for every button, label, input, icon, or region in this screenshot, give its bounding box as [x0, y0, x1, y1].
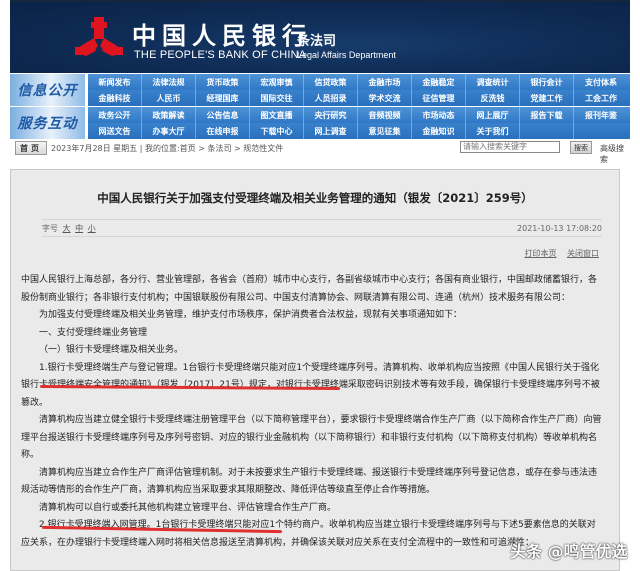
nav-rows: 新闻发布 法律法规 货币政策 宏观审慎 信贷政策 金融市场 金融稳定 调查统计 …	[88, 74, 630, 106]
department-name-en: Legal Affairs Department	[297, 50, 396, 60]
print-page-link[interactable]: 打印本页	[524, 249, 556, 258]
publish-datetime: 2021-10-13 17:08:20	[517, 223, 602, 233]
nav-item[interactable]: 新闻发布	[88, 74, 142, 90]
article-title: 中国人民银行关于加强支付受理终端及相关业务管理的通知（银发〔2021〕259号）	[97, 191, 533, 205]
breadcrumb-dept[interactable]: 条法司	[207, 143, 231, 154]
nav-item[interactable]: 宏观审慎	[250, 74, 304, 90]
nav-item[interactable]: 工会工作	[574, 90, 628, 106]
nav-item[interactable]: 意见征集	[358, 123, 412, 139]
nav-item[interactable]: 金融市场	[358, 74, 412, 90]
nav-item-empty	[574, 123, 628, 139]
nav-row: 新闻发布 法律法规 货币政策 宏观审慎 信贷政策 金融市场 金融稳定 调查统计 …	[88, 74, 630, 90]
nav-group-service-interaction: 服务互动 政务公开 政策解读 公告信息 图文直播 央行研究 音频视频 市场动态 …	[10, 107, 630, 139]
nav-item[interactable]: 法律法规	[142, 74, 196, 90]
current-date: 2023年7月28日 星期五	[51, 143, 138, 153]
nav-group-label: 信息公开	[10, 74, 85, 106]
main-nav: 信息公开 新闻发布 法律法规 货币政策 宏观审慎 信贷政策 金融市场 金融稳定 …	[10, 74, 630, 139]
nav-item[interactable]: 在线申报	[196, 123, 250, 139]
watermark: 头条 @鸣管优选	[510, 542, 628, 561]
nav-item[interactable]: 反洗钱	[466, 90, 520, 106]
site-title-en: THE PEOPLE'S BANK OF CHINA	[134, 49, 307, 61]
nav-item[interactable]: 信贷政策	[304, 74, 358, 90]
nav-item[interactable]: 金融知识	[412, 123, 466, 139]
article-paragraph: 一、支付受理终端业务管理	[39, 327, 148, 338]
nav-item[interactable]: 网上调查	[304, 123, 358, 139]
nav-item[interactable]: 人员招录	[304, 90, 358, 106]
nav-item[interactable]: 政务公开	[88, 107, 142, 123]
page: 中国人民银行 THE PEOPLE'S BANK OF CHINA 条法司 Le…	[0, 0, 640, 571]
article-paragraph: 为加强支付受理终端及相关业务管理，维护支付市场秩序，保护消费者合法权益，现就有关…	[39, 310, 463, 320]
home-button[interactable]: 首页	[15, 141, 47, 155]
nav-item[interactable]: 金融科技	[88, 90, 142, 106]
department-name-cn: 条法司	[297, 34, 337, 49]
nav-item[interactable]: 金融稳定	[412, 74, 466, 90]
nav-item[interactable]: 银行会计	[520, 74, 574, 90]
font-size-medium[interactable]: 中	[75, 224, 83, 233]
nav-item[interactable]: 央行研究	[304, 107, 358, 123]
article-paragraph: 清算机构应当建立合作生产厂商评估管理机制。对于未按要求生产银行卡受理终端、报送银…	[21, 467, 598, 496]
article-paragraph: 清算机构可以自行或委托其他机构建立管理平台、评估管理合作生产厂商。	[39, 502, 337, 513]
nav-item[interactable]: 经理国库	[196, 90, 250, 106]
nav-item[interactable]: 下载中心	[250, 123, 304, 139]
article-meta: 字号 大 中 小 2021-10-13 17:08:20	[42, 219, 602, 237]
font-size-label: 字号	[42, 223, 58, 233]
breadcrumb-separator: >	[231, 143, 244, 153]
article-body: 中国人民银行上海总部，各分行、营业管理部，各省会（首府）城市中心支行，各副省级城…	[21, 272, 603, 552]
info-bar: 首页 2023年7月28日 星期五 | 我的位置: 首页 > 条法司 > 规范性…	[10, 140, 630, 164]
separator: |	[137, 143, 145, 153]
header-banner: 中国人民银行 THE PEOPLE'S BANK OF CHINA 条法司 Le…	[10, 0, 630, 73]
nav-item[interactable]: 党建工作	[520, 90, 574, 106]
nav-item[interactable]: 政策解读	[142, 107, 196, 123]
font-size-small[interactable]: 小	[88, 224, 96, 233]
breadcrumb-current[interactable]: 规范性文件	[243, 143, 283, 154]
font-size-controls: 字号 大 中 小	[42, 223, 96, 234]
nav-item-empty	[520, 123, 574, 139]
nav-item[interactable]: 网上展厅	[466, 107, 520, 123]
nav-item[interactable]: 办事大厅	[142, 123, 196, 139]
nav-item[interactable]: 学术交流	[358, 90, 412, 106]
nav-item[interactable]: 国际交往	[250, 90, 304, 106]
nav-item[interactable]: 公告信息	[196, 107, 250, 123]
nav-item[interactable]: 关于我们	[466, 123, 520, 139]
nav-group-info-disclosure: 信息公开 新闻发布 法律法规 货币政策 宏观审慎 信贷政策 金融市场 金融稳定 …	[10, 74, 630, 106]
nav-item[interactable]: 人民币	[142, 90, 196, 106]
close-window-link[interactable]: 关闭窗口	[567, 249, 599, 258]
nav-row: 金融科技 人民币 经理国库 国际交往 人员招录 学术交流 征信管理 反洗钱 党建…	[88, 90, 630, 106]
nav-item[interactable]: 市场动态	[412, 107, 466, 123]
nav-item[interactable]: 音频视频	[358, 107, 412, 123]
nav-row: 网送文告 办事大厅 在线申报 下载中心 网上调查 意见征集 金融知识 关于我们	[88, 123, 630, 139]
nav-item[interactable]: 调查统计	[466, 74, 520, 90]
breadcrumb-separator: >	[195, 143, 208, 153]
article-paragraph: 清算机构应当建立健全银行卡受理终端注册管理平台（以下简称管理平台），要求银行卡受…	[21, 415, 602, 460]
article-actions: 打印本页 关闭窗口	[516, 248, 599, 259]
nav-row: 政务公开 政策解读 公告信息 图文直播 央行研究 音频视频 市场动态 网上展厅 …	[88, 107, 630, 123]
nav-item[interactable]: 报刊年鉴	[574, 107, 628, 123]
location-label: 我的位置:	[144, 143, 180, 153]
article-paragraph: （一）银行卡受理终端及相关业务。	[39, 345, 184, 355]
nav-group-label: 服务互动	[10, 107, 85, 139]
nav-rows: 政务公开 政策解读 公告信息 图文直播 央行研究 音频视频 市场动态 网上展厅 …	[88, 107, 630, 139]
pboc-logo-icon[interactable]	[72, 14, 126, 62]
advanced-search-link[interactable]: 高级搜索	[600, 143, 630, 165]
nav-item[interactable]: 货币政策	[196, 74, 250, 90]
breadcrumb-home[interactable]: 首页	[180, 143, 196, 154]
nav-item[interactable]: 支付体系	[574, 74, 628, 90]
article-paragraph: 中国人民银行上海总部，各分行、营业管理部，各省会（首府）城市中心支行，各副省级城…	[21, 275, 598, 303]
site-title-cn: 中国人民银行	[132, 21, 312, 50]
nav-item[interactable]: 征信管理	[412, 90, 466, 106]
search-button[interactable]: 搜索	[570, 141, 592, 154]
nav-item[interactable]: 报告下载	[520, 107, 574, 123]
nav-item[interactable]: 图文直播	[250, 107, 304, 123]
font-size-large[interactable]: 大	[63, 224, 71, 233]
search-input[interactable]: 请输入搜索关键字	[460, 141, 560, 153]
nav-item[interactable]: 网送文告	[88, 123, 142, 139]
